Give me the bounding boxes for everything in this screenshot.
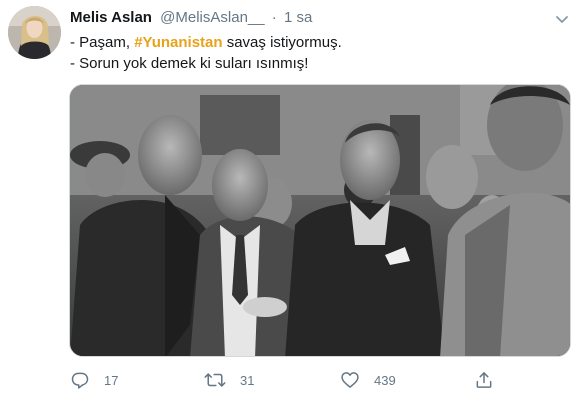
share-icon (474, 370, 494, 390)
tweet-text-line-2: - Sorun yok demek ki suları ısınmış! (70, 55, 309, 72)
tweet-text-prefix: - Paşam, (70, 34, 135, 51)
reply-count: 17 (104, 372, 119, 388)
heart-icon (340, 370, 360, 390)
reply-button[interactable]: 17 (70, 366, 118, 394)
display-name[interactable]: Melis Aslan (70, 9, 152, 26)
photo-image (70, 85, 570, 356)
retweet-button[interactable]: 31 (204, 366, 254, 394)
tweet: Melis Aslan @MelisAslan__ · 1 sa - Paşam… (0, 0, 580, 396)
avatar-image (8, 6, 61, 59)
tweet-header: Melis Aslan @MelisAslan__ · 1 sa (70, 8, 570, 28)
tweet-text-suffix: savaş istiyormuş. (222, 34, 342, 51)
like-count: 439 (374, 372, 396, 388)
tweet-text: - Paşam, #Yunanistan savaş istiyormuş. -… (70, 32, 570, 74)
avatar[interactable] (8, 6, 61, 59)
tweet-text-line-1: - Paşam, #Yunanistan savaş istiyormuş. (70, 32, 570, 53)
share-button[interactable] (474, 366, 494, 394)
retweet-icon (204, 370, 226, 390)
user-handle[interactable]: @MelisAslan__ (160, 9, 264, 26)
tweet-actions: 17 31 439 (0, 366, 580, 394)
separator-dot: · (271, 9, 277, 26)
like-button[interactable]: 439 (340, 366, 396, 394)
reply-icon (70, 370, 90, 390)
retweet-count: 31 (240, 372, 255, 388)
chevron-down-icon[interactable] (555, 12, 569, 23)
timestamp[interactable]: 1 sa (284, 9, 312, 26)
tweet-photo[interactable] (69, 84, 571, 357)
hashtag-link[interactable]: #Yunanistan (134, 34, 222, 51)
